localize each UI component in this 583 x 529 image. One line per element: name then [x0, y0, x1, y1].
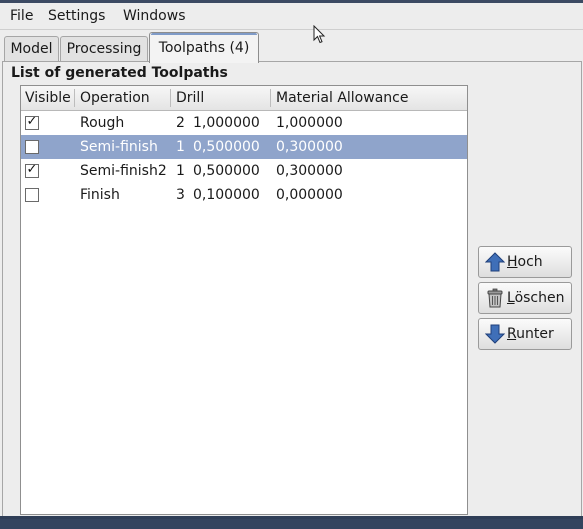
column-header-operation[interactable]: Operation	[80, 86, 150, 110]
allowance-cell: 0,300000	[276, 139, 343, 155]
delete-button[interactable]: Löschen	[478, 282, 572, 314]
move-down-button[interactable]: Runter	[478, 318, 572, 350]
menu-settings[interactable]: Settings	[48, 7, 105, 25]
column-header-visible[interactable]: Visible	[25, 86, 71, 110]
table-row[interactable]: ✓ Semi-finish2 1 0,500000 0,300000	[21, 159, 467, 183]
allowance-cell: 0,000000	[276, 187, 343, 203]
operation-cell: Semi-finish2	[80, 163, 167, 179]
table-header: Visible Operation Drill Material Allowan…	[21, 86, 467, 111]
arrow-down-icon	[485, 324, 505, 344]
column-header-drill[interactable]: Drill	[176, 86, 204, 110]
tab-toolpaths[interactable]: Toolpaths (4)	[149, 32, 259, 63]
operation-cell: Semi-finish	[80, 139, 158, 155]
drill-number-cell: 3	[176, 187, 185, 203]
visible-checkbox[interactable]: ✓	[25, 162, 39, 178]
move-up-button[interactable]: Hoch	[478, 246, 572, 278]
tab-model[interactable]: Model	[4, 36, 59, 61]
check-icon: ✓	[26, 162, 38, 177]
table-row[interactable]: Finish 3 0,100000 0,000000	[21, 183, 467, 207]
drill-value-cell: 0,500000	[193, 163, 260, 179]
table-row-selected[interactable]: Semi-finish 1 0,500000 0,300000	[21, 135, 467, 159]
operation-cell: Rough	[80, 115, 125, 131]
table-row[interactable]: ✓ Rough 2 1,000000 1,000000	[21, 111, 467, 135]
drill-value-cell: 0,500000	[193, 139, 260, 155]
column-separator	[270, 89, 271, 107]
drill-value-cell: 0,100000	[193, 187, 260, 203]
drill-number-cell: 1	[176, 163, 185, 179]
trash-icon	[487, 288, 503, 308]
column-separator	[74, 89, 75, 107]
operation-cell: Finish	[80, 187, 120, 203]
column-separator	[170, 89, 171, 107]
drill-number-cell: 2	[176, 115, 185, 131]
allowance-cell: 1,000000	[276, 115, 343, 131]
move-down-label: Runter	[507, 326, 554, 342]
allowance-cell: 0,300000	[276, 163, 343, 179]
visible-checkbox[interactable]	[25, 140, 39, 154]
toolpath-list[interactable]: Visible Operation Drill Material Allowan…	[20, 85, 468, 515]
section-title: List of generated Toolpaths	[11, 65, 228, 81]
drill-number-cell: 1	[176, 139, 185, 155]
column-header-material-allowance[interactable]: Material Allowance	[276, 86, 408, 110]
arrow-up-icon	[485, 252, 505, 272]
menu-windows[interactable]: Windows	[123, 7, 186, 25]
drill-value-cell: 1,000000	[193, 115, 260, 131]
move-up-label: Hoch	[507, 254, 543, 270]
check-icon: ✓	[26, 114, 38, 129]
menu-bar: File Settings Windows	[0, 3, 583, 30]
menu-file[interactable]: File	[10, 7, 33, 25]
window-bottom-border	[0, 516, 583, 529]
visible-checkbox[interactable]	[25, 188, 39, 202]
visible-checkbox[interactable]: ✓	[25, 114, 39, 130]
delete-label: Löschen	[507, 290, 565, 306]
tab-processing[interactable]: Processing	[60, 36, 148, 61]
mouse-pointer-icon	[313, 25, 326, 44]
